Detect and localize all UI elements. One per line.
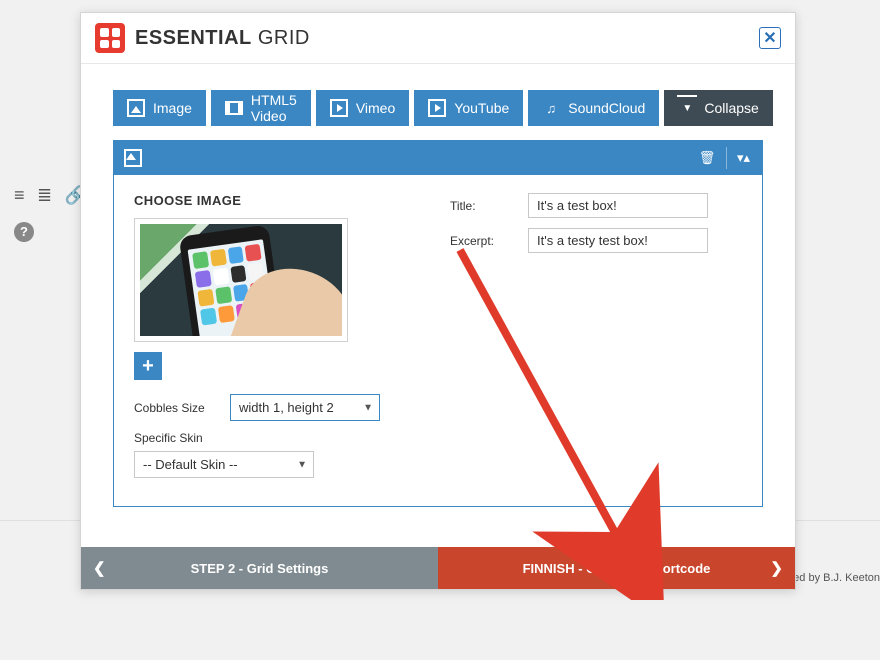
chevron-down-icon: ▼: [297, 459, 307, 470]
tab-label: YouTube: [454, 100, 509, 116]
panel-header: 🗑 ▾▴: [114, 141, 762, 175]
brand-logo-icon: [95, 23, 125, 53]
panel-right-column: Title: Excerpt:: [450, 193, 742, 478]
add-image-button[interactable]: +: [134, 352, 162, 380]
list-icon: ≡: [14, 185, 25, 206]
chevron-left-icon: ❮: [93, 559, 106, 577]
chevron-down-icon: ▼: [363, 402, 373, 413]
modal-footer: ❮ STEP 2 - Grid Settings FINNISH - Gener…: [81, 547, 795, 589]
title-field: Title:: [450, 193, 742, 218]
essential-grid-modal: ESSENTIAL GRID ✕ Image HTML5 Video Vimeo…: [80, 12, 796, 590]
specific-skin-label: Specific Skin: [134, 431, 254, 445]
panel-left-column: CHOOSE IMAGE: [134, 193, 424, 478]
collapse-icon: [678, 99, 696, 117]
chevron-right-icon: ❯: [770, 559, 783, 577]
indent-icon: ≣: [37, 185, 52, 206]
panel-header-actions: 🗑 ▾▴: [694, 147, 752, 169]
title-label: Title:: [450, 199, 528, 213]
tab-image[interactable]: Image: [113, 90, 206, 126]
tab-label: Vimeo: [356, 100, 395, 116]
tab-label: Collapse: [704, 100, 758, 116]
image-icon: [127, 99, 145, 117]
prev-step-button[interactable]: ❮ STEP 2 - Grid Settings: [81, 547, 438, 589]
cobbles-size-select[interactable]: width 1, height 2 ▼: [230, 394, 380, 421]
cobbles-size-label: Cobbles Size: [134, 401, 216, 415]
tab-html5-video[interactable]: HTML5 Video: [211, 90, 311, 126]
image-icon: [124, 149, 142, 167]
button-label: FINNISH - Generate Shortcode: [523, 561, 711, 576]
select-value: width 1, height 2: [239, 400, 334, 415]
credit-text: ed by B.J. Keeton: [793, 572, 880, 584]
title-input[interactable]: [528, 193, 708, 218]
media-item-panel: 🗑 ▾▴ CHOOSE IMAGE: [113, 140, 763, 507]
panel-body: CHOOSE IMAGE: [114, 175, 762, 506]
close-button[interactable]: ✕: [759, 27, 781, 49]
play-icon: [330, 99, 348, 117]
film-icon: [225, 99, 243, 117]
excerpt-field: Excerpt:: [450, 228, 742, 253]
tab-label: HTML5 Video: [251, 92, 297, 124]
tab-label: Image: [153, 100, 192, 116]
excerpt-label: Excerpt:: [450, 234, 528, 248]
play-icon: [428, 99, 446, 117]
cobbles-size-field: Cobbles Size width 1, height 2 ▼: [134, 394, 424, 421]
tab-label: SoundCloud: [568, 100, 645, 116]
specific-skin-select[interactable]: -- Default Skin -- ▼: [134, 451, 314, 478]
brand-title-strong: ESSENTIAL: [135, 27, 252, 49]
generate-shortcode-button[interactable]: FINNISH - Generate Shortcode ❯: [438, 547, 795, 589]
media-type-tabs: Image HTML5 Video Vimeo YouTube SoundClo…: [113, 90, 763, 126]
brand-title-light: GRID: [258, 27, 310, 49]
modal-body: Image HTML5 Video Vimeo YouTube SoundClo…: [81, 64, 795, 547]
image-thumbnail[interactable]: [134, 218, 348, 342]
specific-skin-field: Specific Skin: [134, 431, 424, 445]
brand: ESSENTIAL GRID: [95, 23, 310, 53]
tab-collapse[interactable]: Collapse: [664, 90, 772, 126]
choose-image-heading: CHOOSE IMAGE: [134, 193, 424, 208]
collapse-panel-button[interactable]: ▾▴: [726, 147, 752, 169]
thumbnail-preview: [140, 224, 342, 336]
help-icon: ?: [14, 222, 34, 242]
tab-soundcloud[interactable]: SoundCloud: [528, 90, 659, 126]
tab-youtube[interactable]: YouTube: [414, 90, 523, 126]
modal-header: ESSENTIAL GRID ✕: [81, 13, 795, 64]
delete-button[interactable]: 🗑: [694, 147, 720, 169]
excerpt-input[interactable]: [528, 228, 708, 253]
music-note-icon: [542, 99, 560, 117]
tab-vimeo[interactable]: Vimeo: [316, 90, 409, 126]
brand-title: ESSENTIAL GRID: [135, 27, 310, 50]
select-value: -- Default Skin --: [143, 457, 238, 472]
button-label: STEP 2 - Grid Settings: [191, 561, 329, 576]
